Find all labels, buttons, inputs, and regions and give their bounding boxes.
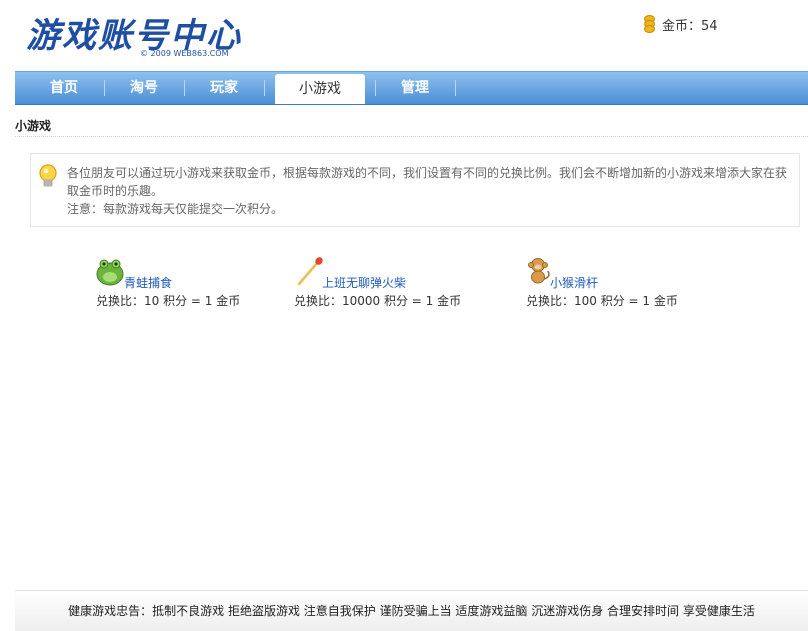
notice-note: 注意：每款游戏每天仅能提交一次积分。 (67, 202, 284, 216)
coin-balance-label: 金币：54 (662, 18, 718, 34)
monkey-icon[interactable] (526, 257, 552, 287)
tab-home[interactable]: 首页 (33, 72, 95, 104)
nav-divider (104, 80, 105, 96)
tab-buy-accounts[interactable]: 淘号 (113, 72, 175, 104)
tab-manage[interactable]: 管理 (383, 72, 447, 104)
nav-divider (184, 80, 185, 96)
title-divider (15, 136, 808, 137)
footer: 健康游戏忠告：抵制不良游戏 拒绝盗版游戏 注意自我保护 谨防受骗上当 适度游戏益… (15, 590, 808, 631)
coin-balance: 金币：54 (641, 14, 718, 34)
game-ratio: 兑换比：100 积分 = 1 金币 (526, 294, 678, 308)
frog-icon[interactable] (96, 258, 126, 286)
game-link-matchstick[interactable]: 上班无聊弹火柴 (322, 274, 406, 291)
game-ratio: 兑换比：10000 积分 = 1 金币 (294, 294, 462, 308)
main-nav: 首页 淘号 玩家 小游戏 管理 (15, 71, 808, 105)
nav-divider (264, 80, 265, 96)
notice-line: 各位朋友可以通过玩小游戏来获取金币，根据每款游戏的不同，我们设置有不同的兑换比例… (67, 166, 788, 198)
lightbulb-icon (39, 164, 57, 187)
nav-divider (375, 80, 376, 96)
game-ratio: 兑换比：10 积分 = 1 金币 (96, 294, 241, 308)
nav-divider (455, 80, 456, 96)
page-title: 小游戏 (15, 119, 52, 133)
coin-stack-icon (641, 15, 657, 33)
tab-mini-games[interactable]: 小游戏 (275, 74, 365, 104)
notice-text: 各位朋友可以通过玩小游戏来获取金币，根据每款游戏的不同，我们设置有不同的兑换比例… (67, 164, 793, 218)
logo-copyright: © 2009 WEB863.COM (140, 49, 229, 58)
game-link-frog[interactable]: 青蛙捕食 (124, 274, 172, 291)
matchstick-icon[interactable] (296, 256, 324, 286)
tab-players[interactable]: 玩家 (193, 72, 255, 104)
health-advice: 健康游戏忠告：抵制不良游戏 拒绝盗版游戏 注意自我保护 谨防受骗上当 适度游戏益… (68, 604, 755, 618)
notice-box: 各位朋友可以通过玩小游戏来获取金币，根据每款游戏的不同，我们设置有不同的兑换比例… (30, 153, 800, 227)
site-logo[interactable]: 游戏账号中心 © 2009 WEB863.COM (26, 8, 240, 60)
game-link-monkey[interactable]: 小猴滑杆 (550, 274, 598, 291)
